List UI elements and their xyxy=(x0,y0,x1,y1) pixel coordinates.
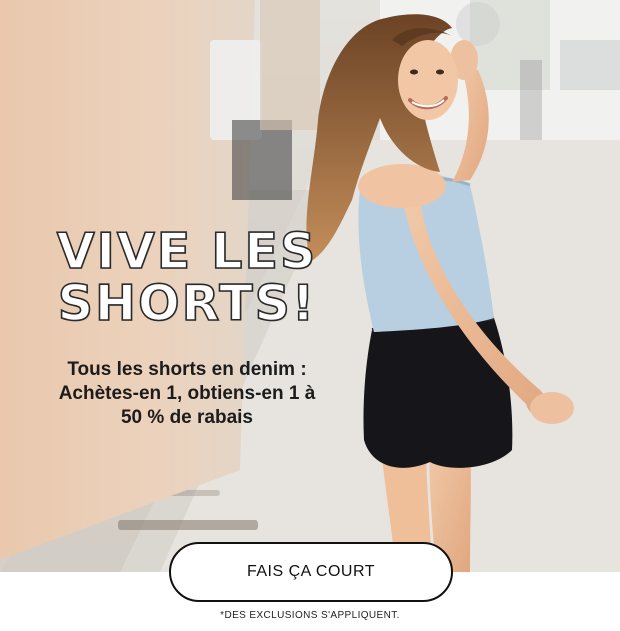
offer-line-1: Tous les shorts en denim : xyxy=(67,359,307,380)
offer-text: Tous les shorts en denim : Achètes-en 1,… xyxy=(12,358,362,430)
shop-shorts-button[interactable]: FAIS ÇA COURT xyxy=(169,542,453,602)
offer-line-2: Achètes-en 1, obtiens-en 1 à xyxy=(58,383,316,404)
headline-line-2: SHORTS! xyxy=(57,275,317,332)
disclaimer-text: *DES EXCLUSIONS S'APPLIQUENT. xyxy=(220,610,400,621)
headline-line-1: VIVE LES xyxy=(56,223,318,280)
offer-line-3: 50 % de rabais xyxy=(120,407,254,428)
headline: VIVE LES SHORTS! xyxy=(52,223,322,332)
promo-banner[interactable]: VIVE LES SHORTS! Tous les shorts en deni… xyxy=(0,0,620,631)
